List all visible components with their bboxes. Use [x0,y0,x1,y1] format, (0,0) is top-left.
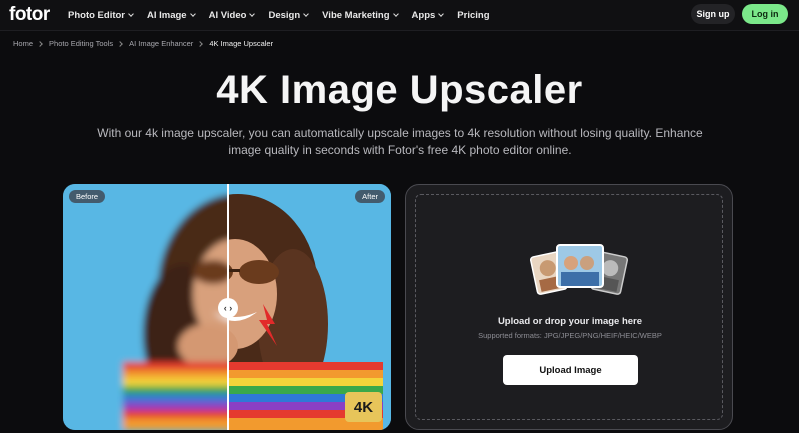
menu-vibe-marketing[interactable]: Vibe Marketing [322,9,399,21]
before-label: Before [69,190,106,203]
after-label: After [355,190,385,203]
menu-design[interactable]: Design [268,9,309,21]
page-title: 4K Image Upscaler [216,68,583,112]
chevron-down-icon [303,11,309,17]
chevron-right-icon [197,40,204,47]
chevron-down-icon [392,11,399,17]
chevron-right-icon [117,40,123,47]
before-after-comparison[interactable]: ‹ › Before After 4K [63,184,391,430]
menu-label: Apps [411,9,436,21]
menu-photo-editor[interactable]: Photo Editor [68,9,134,21]
menu-apps[interactable]: Apps [411,9,445,21]
top-navbar: fotor Photo Editor AI Image AI Video Des… [0,0,799,31]
sign-up-button[interactable]: Sign up [691,4,735,24]
chevron-down-icon [189,11,196,17]
breadcrumb: Home Photo Editing Tools AI Image Enhanc… [13,39,273,48]
menu-label: Design [268,9,301,21]
4k-badge: 4K [345,392,382,422]
supported-formats: Supported formats: JPG/JPEG/PNG/HEIF/HEI… [478,331,662,340]
menu-label: AI Image [147,9,187,21]
log-in-button[interactable]: Log in [742,4,788,24]
photo-stack-icon [529,244,629,295]
menu-label: Pricing [457,9,490,21]
chevron-down-icon [128,11,134,17]
chevron-right-icon [37,40,43,47]
menu-ai-image[interactable]: AI Image [147,9,196,21]
breadcrumb-ai-image-enhancer[interactable]: AI Image Enhancer [129,39,193,48]
breadcrumb-home[interactable]: Home [13,39,33,48]
breadcrumb-current-page: 4K Image Upscaler [209,39,274,48]
page-subtitle: With our 4k image upscaler, you can auto… [97,126,703,157]
main-menu: Photo Editor AI Image AI Video Design Vi… [68,0,504,30]
fotor-logo[interactable]: fotor [9,4,50,26]
upload-panel: Upload or drop your image here Supported… [405,184,733,430]
slider-handle[interactable]: ‹ › [218,298,238,318]
menu-label: Vibe Marketing [322,9,390,21]
breadcrumb-photo-editing-tools[interactable]: Photo Editing Tools [49,39,113,48]
chevron-down-icon [249,11,256,17]
upload-dropzone[interactable]: Upload or drop your image here Supported… [415,194,723,420]
upload-title: Upload or drop your image here [497,316,643,327]
upload-image-button[interactable]: Upload Image [503,355,638,385]
menu-ai-video[interactable]: AI Video [208,9,256,21]
menu-label: Photo Editor [68,9,125,21]
chevron-down-icon [438,11,445,17]
menu-pricing[interactable]: Pricing [457,10,489,21]
menu-label: AI Video [208,9,247,21]
